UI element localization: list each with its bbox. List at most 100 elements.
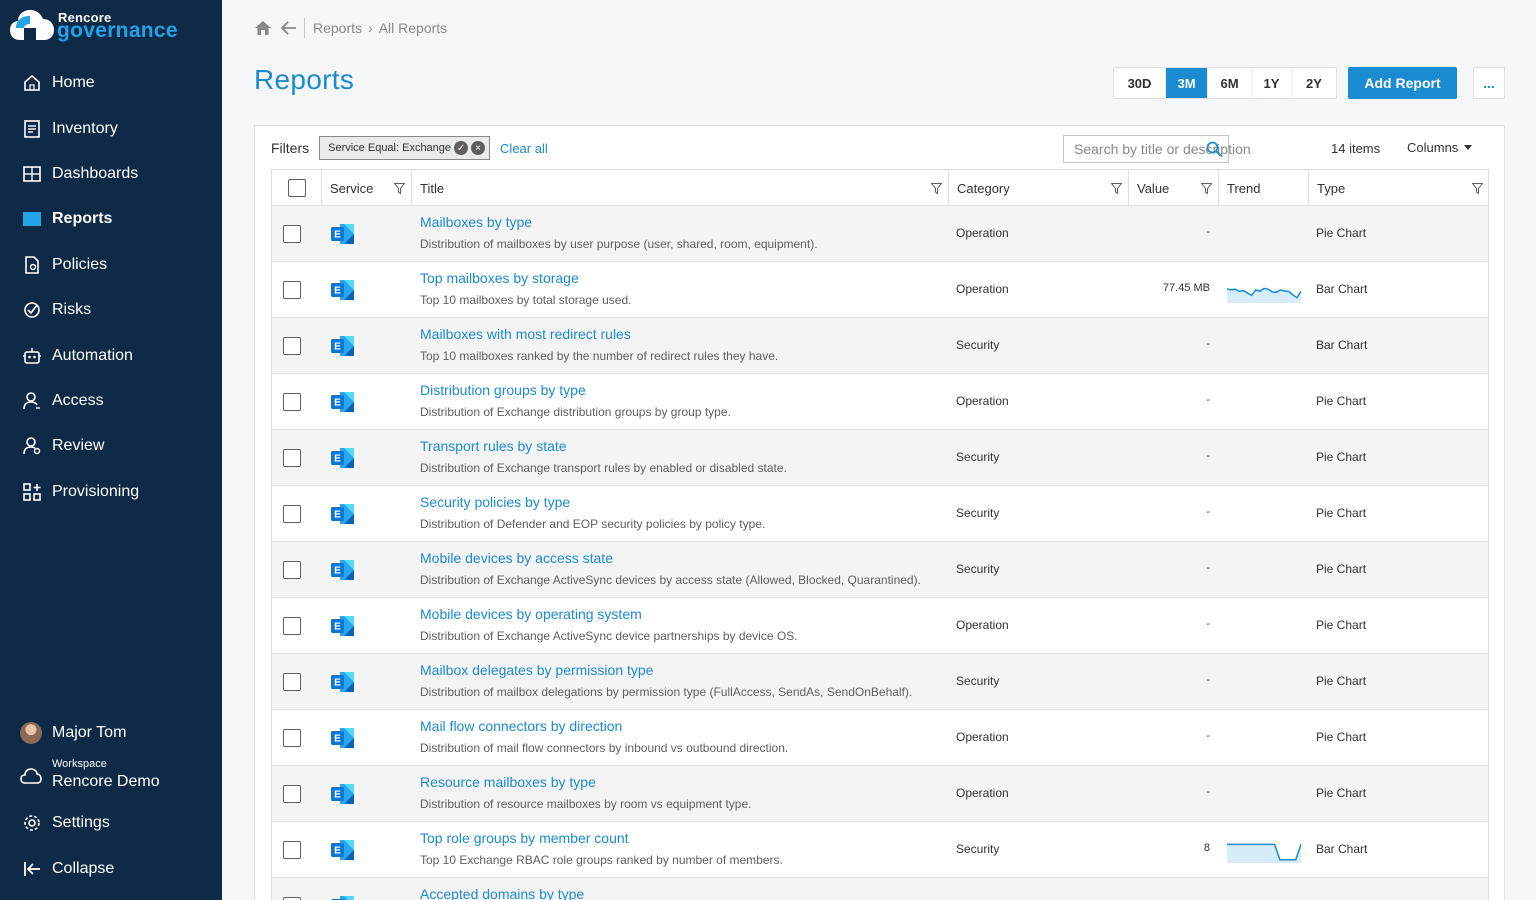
report-description: Distribution of Exchange transport rules… (420, 461, 787, 475)
exchange-icon: E (330, 334, 356, 358)
filter-icon[interactable] (1111, 183, 1122, 194)
table-row[interactable]: E Accepted domains by type (271, 878, 1489, 900)
trend-sparkline (1226, 724, 1302, 752)
filter-chip[interactable]: Service Equal: Exchange ✓ × (319, 136, 491, 160)
trend-sparkline (1226, 668, 1302, 696)
report-title-link[interactable]: Mailboxes with most redirect rules (420, 326, 631, 342)
nav-item-policies[interactable]: Policies (0, 244, 222, 286)
table-row[interactable]: E Top role groups by member count Top 10 E… (271, 822, 1489, 878)
report-title-link[interactable]: Top mailboxes by storage (420, 270, 579, 286)
user-profile[interactable]: Major Tom (20, 722, 126, 744)
row-checkbox[interactable] (283, 337, 301, 355)
nav-item-dashboards[interactable]: Dashboards (0, 153, 222, 195)
table-row[interactable]: E Mailboxes with most redirect rules Top 1… (271, 318, 1489, 374)
row-checkbox[interactable] (283, 225, 301, 243)
report-title-link[interactable]: Mobile devices by access state (420, 550, 613, 566)
brand-logo[interactable]: Rencore governance (10, 6, 210, 46)
report-description: Distribution of Exchange ActiveSync devi… (420, 573, 921, 587)
range-3m[interactable]: 3M (1166, 68, 1208, 98)
row-checkbox[interactable] (283, 449, 301, 467)
range-30d[interactable]: 30D (1114, 68, 1166, 98)
nav-item-settings[interactable]: Settings (0, 802, 222, 844)
report-title-link[interactable]: Mail flow connectors by direction (420, 718, 622, 734)
table-row[interactable]: E Distribution groups by type Distribution… (271, 374, 1489, 430)
report-value: - (1206, 450, 1210, 462)
report-value: 77.45 MB (1162, 282, 1210, 294)
header-value[interactable]: Value (1129, 170, 1219, 206)
filter-icon[interactable] (394, 183, 405, 194)
report-value: 8 (1203, 842, 1210, 854)
row-checkbox[interactable] (283, 393, 301, 411)
table-row[interactable]: E Mobile devices by access state Distribut… (271, 542, 1489, 598)
nav-item-risks[interactable]: Risks (0, 289, 222, 331)
add-report-button[interactable]: Add Report (1348, 67, 1457, 99)
search-input[interactable] (1074, 141, 1255, 157)
nav-item-inventory[interactable]: Inventory (0, 108, 222, 150)
workspace-switcher[interactable]: Workspace Rencore Demo (20, 758, 220, 798)
filter-icon[interactable] (1201, 183, 1212, 194)
filter-icon[interactable] (931, 183, 942, 194)
report-title-link[interactable]: Transport rules by state (420, 438, 567, 454)
report-title-link[interactable]: Security policies by type (420, 494, 570, 510)
row-checkbox[interactable] (283, 841, 301, 859)
report-type: Pie Chart (1316, 506, 1367, 520)
svg-text:E: E (334, 510, 341, 521)
range-2y[interactable]: 2Y (1292, 68, 1336, 98)
table-row[interactable]: E Transport rules by state Distribution of… (271, 430, 1489, 486)
row-checkbox[interactable] (283, 617, 301, 635)
report-title-link[interactable]: Mailboxes by type (420, 214, 532, 230)
table-header: Service Title Category Value Trend Type (271, 169, 1489, 206)
exchange-icon: E (330, 894, 356, 900)
row-checkbox[interactable] (283, 729, 301, 747)
header-type[interactable]: Type (1309, 170, 1489, 206)
clear-all-link[interactable]: Clear all (500, 141, 548, 156)
more-options-button[interactable]: ... (1473, 67, 1505, 99)
table-row[interactable]: E Mail flow connectors by direction Distri… (271, 710, 1489, 766)
report-title-link[interactable]: Distribution groups by type (420, 382, 586, 398)
dashboards-icon (22, 164, 42, 184)
table-row[interactable]: E Mailboxes by type Distribution of mailbo… (271, 206, 1489, 262)
report-title-link[interactable]: Mobile devices by operating system (420, 606, 642, 622)
filter-icon[interactable] (1472, 183, 1483, 194)
table-row[interactable]: E Resource mailboxes by type Distribution … (271, 766, 1489, 822)
report-title-link[interactable]: Accepted domains by type (420, 886, 584, 900)
nav-item-home[interactable]: Home (0, 62, 222, 104)
nav-label: Automation (52, 347, 133, 364)
columns-dropdown[interactable]: Columns (1407, 140, 1473, 155)
table-row[interactable]: E Mailbox delegates by permission type Dis… (271, 654, 1489, 710)
header-category[interactable]: Category (949, 170, 1129, 206)
close-icon[interactable]: × (471, 141, 486, 155)
select-all-checkbox[interactable] (287, 179, 306, 197)
nav-item-reports[interactable]: Reports (0, 198, 222, 240)
row-checkbox[interactable] (283, 281, 301, 299)
report-title-link[interactable]: Mailbox delegates by permission type (420, 662, 653, 678)
back-arrow-icon[interactable] (280, 20, 298, 36)
report-type: Bar Chart (1316, 842, 1368, 856)
report-title-link[interactable]: Resource mailboxes by type (420, 774, 596, 790)
cloud-icon (20, 768, 42, 784)
trend-sparkline (1226, 388, 1302, 416)
header-service[interactable]: Service (322, 170, 412, 206)
row-checkbox[interactable] (283, 785, 301, 803)
row-checkbox[interactable] (283, 505, 301, 523)
nav-item-review[interactable]: Review (0, 425, 222, 467)
search-icon[interactable] (1206, 141, 1222, 157)
nav-item-access[interactable]: Access (0, 380, 222, 422)
range-6m[interactable]: 6M (1208, 68, 1252, 98)
header-title[interactable]: Title (412, 170, 949, 206)
table-row[interactable]: E Top mailboxes by storage Top 10 mailboxe… (271, 262, 1489, 318)
row-checkbox[interactable] (283, 673, 301, 691)
breadcrumb-current: All Reports (378, 20, 448, 36)
table-row[interactable]: E Mobile devices by operating system Distr… (271, 598, 1489, 654)
nav-item-automation[interactable]: Automation (0, 335, 222, 377)
range-1y[interactable]: 1Y (1252, 68, 1292, 98)
home-icon[interactable] (254, 20, 272, 36)
breadcrumb-reports[interactable]: Reports (313, 20, 362, 36)
row-checkbox[interactable] (283, 561, 301, 579)
report-title-link[interactable]: Top role groups by member count (420, 830, 629, 846)
nav-label: Inventory (52, 120, 118, 137)
check-icon[interactable]: ✓ (454, 141, 469, 155)
nav-item-provisioning[interactable]: Provisioning (0, 471, 222, 513)
table-row[interactable]: E Security policies by type Distribution o… (271, 486, 1489, 542)
nav-item-collapse[interactable]: Collapse (0, 848, 222, 890)
